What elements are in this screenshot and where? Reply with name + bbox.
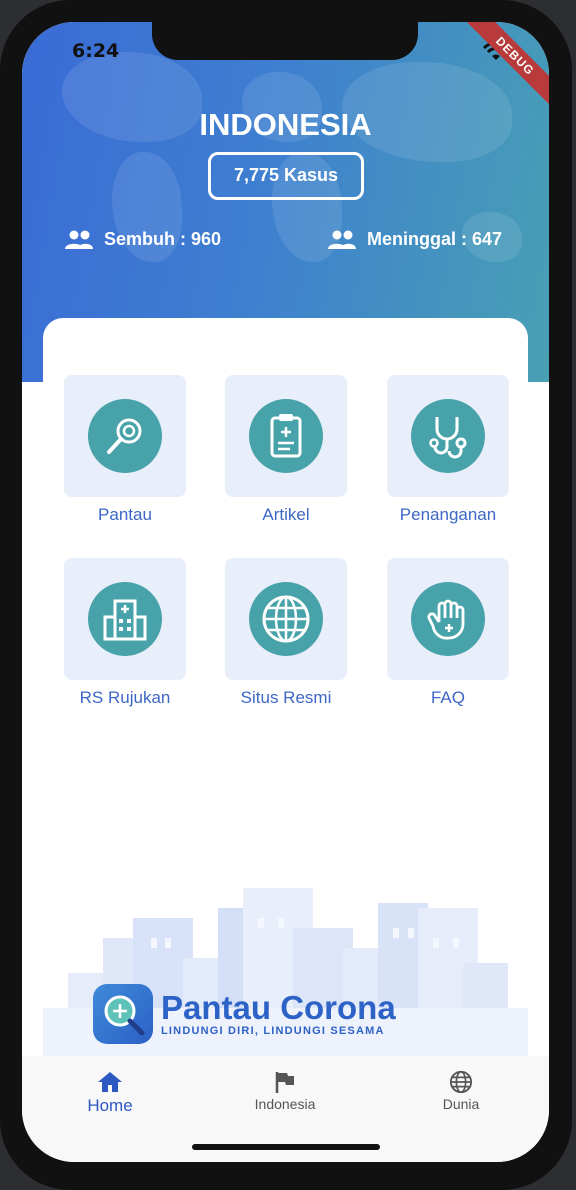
- menu-item-penanganan[interactable]: Penanganan: [387, 375, 509, 525]
- menu-item-pantau[interactable]: Pantau: [64, 375, 186, 525]
- flag-icon: [275, 1072, 294, 1093]
- menu-label: Pantau: [98, 505, 152, 524]
- hand-icon: [411, 582, 485, 656]
- deaths-stat: Meninggal : 647: [327, 229, 502, 250]
- menu-label: Penanganan: [399, 505, 497, 524]
- menu-label: Situs Resmi: [240, 688, 332, 707]
- country-title: INDONESIA: [199, 107, 372, 142]
- deaths-label: Meninggal : 647: [367, 229, 503, 249]
- logo-magnifier-icon: [93, 984, 153, 1044]
- logo-tagline: LINDUNGI DIRI, LINDUNGI SESAMA: [161, 1025, 385, 1037]
- nav-home-label: Home: [87, 1096, 133, 1115]
- bottom-navigation: Home Indonesia Dunia: [22, 1056, 549, 1162]
- menu-item-rs-rujukan[interactable]: RS Rujukan: [64, 558, 186, 708]
- nav-indonesia[interactable]: Indonesia: [225, 1070, 345, 1112]
- nav-home[interactable]: Home: [50, 1070, 170, 1116]
- menu-tile[interactable]: [225, 375, 347, 497]
- stethoscope-icon: [411, 399, 485, 473]
- people-icon: [65, 230, 93, 249]
- home-indicator: [192, 1144, 380, 1150]
- magnifier-icon: [88, 399, 162, 473]
- recovered-label: Sembuh : 960: [104, 229, 222, 249]
- menu-label: Artikel: [262, 505, 310, 524]
- nav-dunia-label: Dunia: [442, 1096, 480, 1112]
- recovered-stat: Sembuh : 960: [64, 229, 221, 250]
- menu-tile[interactable]: [64, 375, 186, 497]
- phone-frame: 6:24 DEBUG INDONESIA 7,775 Kasus Sembuh …: [0, 0, 572, 1190]
- menu-item-artikel[interactable]: Artikel: [225, 375, 347, 525]
- app-screen: 6:24 DEBUG INDONESIA 7,775 Kasus Sembuh …: [22, 22, 549, 1162]
- nav-dunia[interactable]: Dunia: [401, 1070, 521, 1112]
- cases-badge: 7,775 Kasus: [208, 152, 364, 200]
- menu-tile[interactable]: [387, 558, 509, 680]
- menu-tile[interactable]: [387, 375, 509, 497]
- city-skyline-illustration: [43, 888, 528, 1078]
- menu-tile[interactable]: [225, 558, 347, 680]
- device-notch: [152, 22, 418, 60]
- menu-card: Pantau Artikel Penanganan RS Rujukan Sit…: [43, 318, 528, 1078]
- menu-label: FAQ: [430, 688, 465, 707]
- clipboard-icon: [249, 399, 323, 473]
- pantau-corona-logo: Pantau Corona LINDUNGI DIRI, LINDUNGI SE…: [93, 984, 396, 1044]
- status-time: 6:24: [72, 40, 120, 62]
- home-icon: [98, 1072, 122, 1092]
- nav-indonesia-label: Indonesia: [254, 1096, 316, 1112]
- menu-item-faq[interactable]: FAQ: [387, 558, 509, 708]
- logo-title: Pantau Corona: [161, 989, 396, 1026]
- menu-tile[interactable]: [64, 558, 186, 680]
- menu-item-situs-resmi[interactable]: Situs Resmi: [225, 558, 347, 708]
- globe-icon: [249, 582, 323, 656]
- globe-icon: [449, 1070, 473, 1094]
- menu-label: RS Rujukan: [79, 688, 171, 707]
- people-icon: [328, 230, 356, 249]
- hospital-icon: [88, 582, 162, 656]
